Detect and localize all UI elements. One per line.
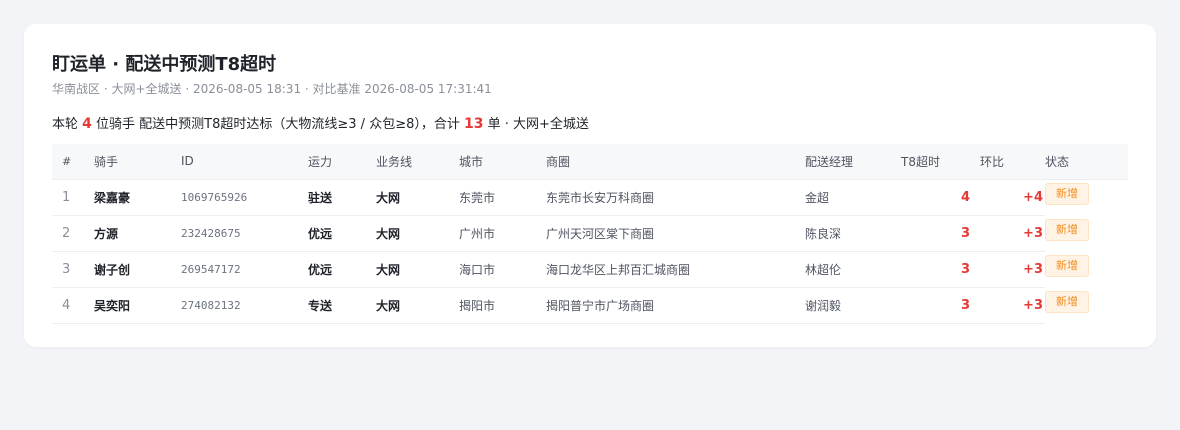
report-card: 盯运单 · 配送中预测T8超时 华南战区 · 大网+全城送 · 2026-08-… (24, 24, 1156, 347)
delivery-manager: 陈良深 (805, 215, 901, 252)
rider-name: 方源 (94, 215, 181, 252)
business-line: 大网 (376, 215, 459, 252)
delivery-manager: 林超伦 (805, 251, 901, 288)
delivery-manager: 谢润毅 (805, 287, 901, 324)
city: 广州市 (459, 215, 546, 252)
t8-overtime-count: 3 (901, 215, 980, 252)
table-row[interactable]: 3 谢子创 269547172 优远 大网 海口市 海口龙华区上邦百汇城商圈 林… (52, 251, 1128, 288)
business-area: 东莞市长安万科商圈 (546, 179, 805, 216)
city: 东莞市 (459, 179, 546, 216)
summary-middle: 位骑手 配送中预测T8超时达标（大物流线≥3 / 众包≥8），合计 (96, 117, 460, 132)
status-cell: 新增 (1045, 287, 1128, 323)
summary-suffix: 单 · 大网+全城送 (487, 117, 589, 132)
business-area: 广州天河区棠下商圈 (546, 215, 805, 252)
status-badge: 新增 (1045, 219, 1089, 241)
business-line: 大网 (376, 179, 459, 216)
t8-overtime-count: 4 (901, 179, 980, 216)
summary-line: 本轮 4 位骑手 配送中预测T8超时达标（大物流线≥3 / 众包≥8），合计 1… (52, 113, 589, 132)
col-header-delta: 环比 (980, 144, 1045, 180)
rider-id: 1069765926 (181, 179, 308, 216)
col-header-index: # (52, 144, 94, 180)
table-row[interactable]: 1 梁嘉豪 1069765926 驻送 大网 东莞市 东莞市长安万科商圈 金超 … (52, 179, 1128, 216)
row-index: 3 (52, 251, 94, 288)
status-badge: 新增 (1045, 255, 1089, 277)
city: 揭阳市 (459, 287, 546, 324)
table-row[interactable]: 4 吴奕阳 274082132 专送 大网 揭阳市 揭阳普宁市广场商圈 谢润毅 … (52, 287, 1128, 324)
rider-name: 吴奕阳 (94, 287, 181, 324)
status-badge: 新增 (1045, 183, 1089, 205)
col-header-area: 商圈 (546, 144, 805, 180)
rider-count: 4 (82, 116, 92, 132)
delta-value: +4 (980, 179, 1045, 216)
status-cell: 新增 (1045, 251, 1128, 287)
row-index: 1 (52, 179, 94, 216)
t8-overtime-count: 3 (901, 287, 980, 324)
table-header-row: # 骑手 ID 运力 业务线 城市 商圈 配送经理 T8超时 环比 状态 (52, 144, 1128, 180)
col-header-business: 业务线 (376, 144, 459, 180)
page-title: 盯运单 · 配送中预测T8超时 (52, 54, 277, 75)
status-cell: 新增 (1045, 215, 1128, 251)
capacity-type: 优远 (308, 251, 376, 288)
col-header-t8: T8超时 (901, 144, 980, 180)
col-header-id: ID (181, 144, 308, 180)
rider-id: 269547172 (181, 251, 308, 288)
table-row[interactable]: 2 方源 232428675 优远 大网 广州市 广州天河区棠下商圈 陈良深 3… (52, 215, 1128, 252)
business-area: 揭阳普宁市广场商圈 (546, 287, 805, 324)
page-subtitle: 华南战区 · 大网+全城送 · 2026-08-05 18:31 · 对比基准 … (52, 82, 492, 96)
order-count: 13 (464, 116, 484, 132)
business-line: 大网 (376, 251, 459, 288)
rider-name: 谢子创 (94, 251, 181, 288)
col-header-capacity: 运力 (308, 144, 376, 180)
capacity-type: 专送 (308, 287, 376, 324)
summary-prefix: 本轮 (52, 117, 79, 132)
delta-value: +3 (980, 251, 1045, 288)
business-area: 海口龙华区上邦百汇城商圈 (546, 251, 805, 288)
delta-value: +3 (980, 287, 1045, 324)
delta-value: +3 (980, 215, 1045, 252)
row-index: 2 (52, 215, 94, 252)
capacity-type: 优远 (308, 215, 376, 252)
col-header-city: 城市 (459, 144, 546, 180)
business-line: 大网 (376, 287, 459, 324)
rider-id: 232428675 (181, 215, 308, 252)
status-cell: 新增 (1045, 179, 1128, 215)
col-header-rider: 骑手 (94, 144, 181, 180)
delivery-manager: 金超 (805, 179, 901, 216)
col-header-status: 状态 (1045, 144, 1128, 180)
col-header-manager: 配送经理 (805, 144, 901, 180)
city: 海口市 (459, 251, 546, 288)
rider-table: # 骑手 ID 运力 业务线 城市 商圈 配送经理 T8超时 环比 状态 1 梁… (52, 144, 1128, 324)
capacity-type: 驻送 (308, 179, 376, 216)
status-badge: 新增 (1045, 291, 1089, 313)
rider-id: 274082132 (181, 287, 308, 324)
rider-name: 梁嘉豪 (94, 179, 181, 216)
t8-overtime-count: 3 (901, 251, 980, 288)
row-index: 4 (52, 287, 94, 324)
